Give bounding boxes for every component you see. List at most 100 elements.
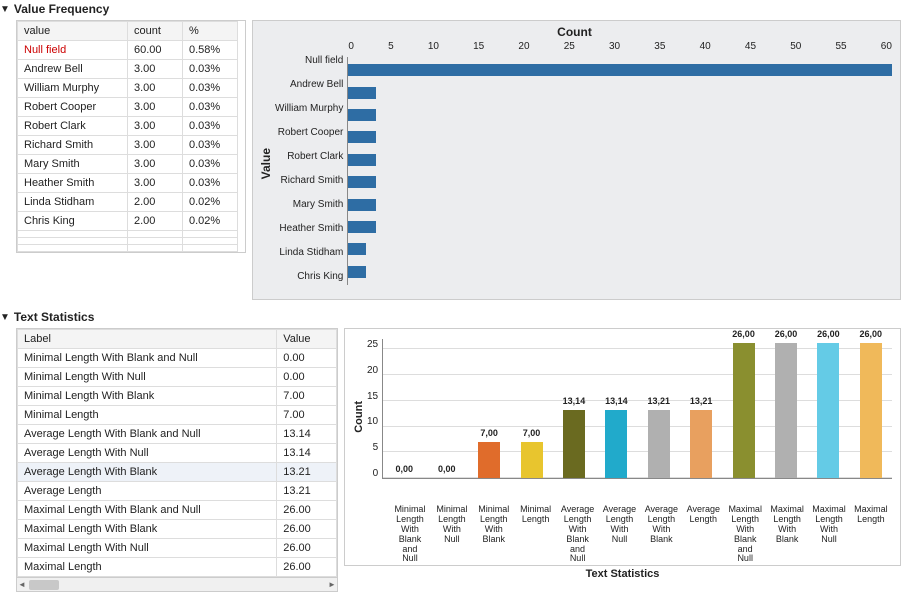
cell-label: Average Length With Blank [18, 463, 277, 482]
col-header[interactable]: Label [18, 330, 277, 349]
section-header-value-frequency[interactable]: ▼ Value Frequency [0, 0, 901, 20]
table-row[interactable]: Average Length With Blank13.21 [18, 463, 337, 482]
col-header[interactable]: Value [277, 330, 337, 349]
chart-bar [348, 176, 375, 188]
collapse-icon: ▼ [0, 312, 10, 323]
cell-value [18, 245, 128, 252]
table-row[interactable]: Mary Smith3.000.03% [18, 155, 238, 174]
cell-label: Minimal Length With Null [18, 368, 277, 387]
table-row[interactable]: Maximal Length With Null26.00 [18, 539, 337, 558]
table-row[interactable]: Richard Smith3.000.03% [18, 136, 238, 155]
chart-bar [348, 154, 375, 166]
col-header[interactable]: value [18, 22, 128, 41]
chart-bar-column: 26,00 [723, 343, 764, 478]
chart-bar [775, 343, 797, 478]
cell-value: Richard Smith [18, 136, 128, 155]
table-row[interactable]: Minimal Length With Blank7.00 [18, 387, 337, 406]
chart-value-label: 26,00 [775, 329, 798, 339]
chart-title: Count [257, 25, 892, 39]
chart-y-axis-label: Count [353, 401, 365, 433]
table-row[interactable] [18, 245, 238, 252]
cell-value: Heather Smith [18, 174, 128, 193]
table-row[interactable]: Average Length13.21 [18, 482, 337, 501]
table-row[interactable]: Null field60.000.58% [18, 41, 238, 60]
cell-value: 26.00 [277, 558, 337, 577]
cell-value: 26.00 [277, 520, 337, 539]
chart-tick-label: 5 [388, 41, 394, 52]
chart-tick-label: Andrew Bell [275, 74, 347, 96]
table-row[interactable]: William Murphy3.000.03% [18, 79, 238, 98]
col-header[interactable]: % [183, 22, 238, 41]
table-row[interactable]: Maximal Length26.00 [18, 558, 337, 577]
cell-label: Average Length [18, 482, 277, 501]
table-row[interactable]: Average Length With Null13.14 [18, 444, 337, 463]
scroll-right-icon[interactable]: ► [327, 580, 337, 590]
chart-bar [860, 343, 882, 478]
table-row[interactable]: Linda Stidham2.000.02% [18, 193, 238, 212]
table-row[interactable] [18, 238, 238, 245]
chart-value-label: 13,14 [563, 396, 586, 406]
cell-label: Maximal Length With Null [18, 539, 277, 558]
chart-tick-label: Null field [275, 50, 347, 72]
cell-value: 0.00 [277, 368, 337, 387]
chart-bar [348, 64, 892, 76]
chart-bar [817, 343, 839, 478]
cell-value: 0.00 [277, 349, 337, 368]
chart-value-label: 0,00 [396, 464, 414, 474]
cell-pct [183, 245, 238, 252]
cell-label: Average Length With Null [18, 444, 277, 463]
table-row[interactable]: Average Length With Blank and Null13.14 [18, 425, 337, 444]
cell-count: 2.00 [128, 212, 183, 231]
cell-value: 13.21 [277, 482, 337, 501]
chart-category-label: MaximalLengthWithBlankandNull [725, 505, 765, 564]
chart-bar-column: 13,21 [638, 410, 679, 478]
text-statistics-table[interactable]: Label Value Minimal Length With Blank an… [16, 328, 338, 592]
cell-value: 13.14 [277, 444, 337, 463]
section-header-text-statistics[interactable]: ▼ Text Statistics [0, 308, 901, 328]
col-header[interactable]: count [128, 22, 183, 41]
table-row[interactable] [18, 231, 238, 238]
chart-bar-column: 26,00 [766, 343, 807, 478]
table-row[interactable]: Robert Clark3.000.03% [18, 117, 238, 136]
chart-category-label: MinimalLengthWithNull [432, 505, 472, 564]
cell-count: 3.00 [128, 174, 183, 193]
cell-pct: 0.03% [183, 174, 238, 193]
table-row[interactable]: Chris King2.000.02% [18, 212, 238, 231]
chart-category-label: MinimalLength [516, 505, 556, 564]
cell-label: Maximal Length With Blank and Null [18, 501, 277, 520]
chart-bar [478, 442, 500, 478]
table-row[interactable]: Maximal Length With Blank26.00 [18, 520, 337, 539]
horizontal-scrollbar[interactable]: ◄ ► [17, 577, 337, 591]
chart-tick-label: Linda Stidham [275, 242, 347, 264]
cell-pct: 0.02% [183, 193, 238, 212]
chart-category-label: MinimalLengthWithBlank [474, 505, 514, 564]
table-row[interactable]: Minimal Length With Blank and Null0.00 [18, 349, 337, 368]
chart-tick-label: 60 [881, 41, 892, 52]
cell-value: 7.00 [277, 387, 337, 406]
chart-value-label: 13,21 [647, 396, 670, 406]
table-row[interactable]: Maximal Length With Blank and Null26.00 [18, 501, 337, 520]
chart-y-axis-label: Value [257, 148, 275, 179]
table-row[interactable]: Robert Cooper3.000.03% [18, 98, 238, 117]
cell-pct [183, 231, 238, 238]
chart-bar [348, 87, 375, 99]
table-row[interactable]: Minimal Length7.00 [18, 406, 337, 425]
chart-value-label: 13,14 [605, 396, 628, 406]
chart-bar-column: 13,14 [554, 410, 595, 478]
value-frequency-table[interactable]: value count % Null field60.000.58%Andrew… [16, 20, 246, 253]
cell-pct: 0.03% [183, 98, 238, 117]
cell-value: Linda Stidham [18, 193, 128, 212]
scrollbar-thumb[interactable] [29, 580, 59, 590]
chart-tick-label: 20 [367, 365, 378, 376]
cell-count: 60.00 [128, 41, 183, 60]
cell-count [128, 245, 183, 252]
section-title: Text Statistics [14, 310, 94, 324]
table-row[interactable]: Andrew Bell3.000.03% [18, 60, 238, 79]
cell-value: Andrew Bell [18, 60, 128, 79]
scroll-left-icon[interactable]: ◄ [17, 580, 27, 590]
table-row[interactable]: Heather Smith3.000.03% [18, 174, 238, 193]
cell-label: Average Length With Blank and Null [18, 425, 277, 444]
table-row[interactable]: Minimal Length With Null0.00 [18, 368, 337, 387]
chart-tick-label: 40 [700, 41, 711, 52]
chart-bar [348, 131, 375, 143]
